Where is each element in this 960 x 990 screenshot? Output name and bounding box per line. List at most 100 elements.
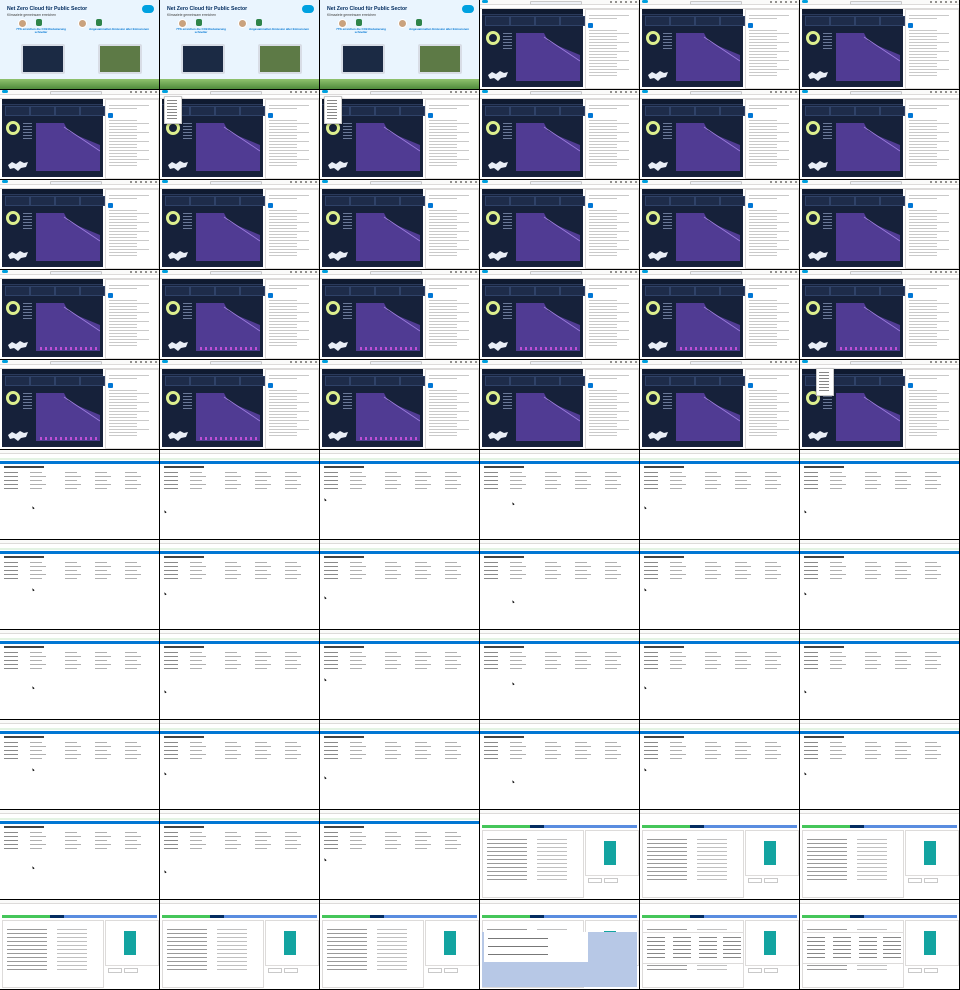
header-icon[interactable] [625,91,627,93]
path-step[interactable] [530,915,544,918]
menu-item[interactable] [327,115,337,116]
kpi-tile[interactable] [670,376,695,386]
header-icon[interactable] [795,1,797,3]
menu-item[interactable] [327,106,337,107]
table-row[interactable] [804,656,818,657]
header-icon[interactable] [610,1,612,3]
kpi-tile[interactable] [485,16,510,26]
table-row[interactable] [164,750,178,751]
table-row[interactable] [484,562,498,563]
kpi-tile[interactable] [510,376,535,386]
table-row[interactable] [644,566,658,567]
kpi-tile[interactable] [535,16,560,26]
header-icon[interactable] [610,271,612,273]
table-row[interactable] [324,836,338,837]
table-row[interactable] [644,754,658,755]
header-icon[interactable] [630,91,632,93]
table-row[interactable] [804,574,818,575]
table-row[interactable] [4,746,18,747]
table-row[interactable] [164,742,178,743]
table-row[interactable] [484,652,498,653]
table-row[interactable] [324,742,338,743]
kpi-tile[interactable] [560,286,585,296]
salesforce-logo[interactable] [482,0,488,3]
table-row[interactable] [324,840,338,841]
header-icon[interactable] [630,181,632,183]
action-button[interactable] [908,878,922,883]
table-row[interactable] [4,844,18,845]
header-icon[interactable] [290,181,292,183]
kpi-tile[interactable] [560,196,585,206]
table-row[interactable] [164,562,178,563]
header-icon[interactable] [770,91,772,93]
table-row[interactable] [324,566,338,567]
header-icon[interactable] [620,91,622,93]
action-button[interactable] [588,878,602,883]
kpi-tile[interactable] [350,106,375,116]
table-row[interactable] [484,472,498,473]
header-icon[interactable] [290,271,292,273]
table-row[interactable] [324,578,338,579]
path-step[interactable] [850,825,864,828]
header-icon[interactable] [465,361,467,363]
table-row[interactable] [804,754,818,755]
path-step[interactable] [544,825,637,828]
kpi-tile[interactable] [30,376,55,386]
kpi-tile[interactable] [535,106,560,116]
menu-item[interactable] [327,103,337,104]
header-icon[interactable] [470,91,472,93]
table-row[interactable] [164,488,178,489]
table-row[interactable] [804,758,818,759]
action-button[interactable] [124,968,138,973]
header-icon[interactable] [310,361,312,363]
header-icon[interactable] [150,271,152,273]
kpi-tile[interactable] [190,196,215,206]
header-icon[interactable] [130,361,132,363]
path-step[interactable] [802,915,850,918]
header-icon[interactable] [455,271,457,273]
table-row[interactable] [4,754,18,755]
header-icon[interactable] [770,271,772,273]
menu-item[interactable] [819,384,829,385]
header-icon[interactable] [785,181,787,183]
kpi-tile[interactable] [510,106,535,116]
kpi-tile[interactable] [375,106,400,116]
table-row[interactable] [4,668,18,669]
path-step[interactable] [64,915,157,918]
kpi-tile[interactable] [350,196,375,206]
header-icon[interactable] [620,1,622,3]
table-row[interactable] [644,472,658,473]
header-icon[interactable] [635,271,637,273]
table-row[interactable] [484,746,498,747]
kpi-tile[interactable] [535,286,560,296]
table-row[interactable] [644,480,658,481]
header-icon[interactable] [130,91,132,93]
header-icon[interactable] [940,1,942,3]
header-icon[interactable] [775,91,777,93]
action-button[interactable] [908,968,922,973]
header-icon[interactable] [150,181,152,183]
menu-item[interactable] [167,106,177,107]
header-icon[interactable] [145,91,147,93]
table-row[interactable] [164,484,178,485]
kpi-tile[interactable] [325,376,350,386]
stage-path[interactable] [482,915,637,918]
path-step[interactable] [210,915,224,918]
header-icon[interactable] [615,91,617,93]
salesforce-logo[interactable] [482,270,488,273]
header-icon[interactable] [305,91,307,93]
action-button[interactable] [764,968,778,973]
header-icon[interactable] [140,361,142,363]
table-row[interactable] [4,758,18,759]
kpi-tile[interactable] [485,196,510,206]
modal-overlay[interactable] [482,932,637,987]
header-icon[interactable] [790,1,792,3]
header-icon[interactable] [295,91,297,93]
header-icon[interactable] [935,361,937,363]
menu-item[interactable] [819,387,829,388]
kpi-tile[interactable] [830,196,855,206]
action-button[interactable] [748,878,762,883]
kpi-tile[interactable] [215,106,240,116]
header-icon[interactable] [465,271,467,273]
table-row[interactable] [804,652,818,653]
